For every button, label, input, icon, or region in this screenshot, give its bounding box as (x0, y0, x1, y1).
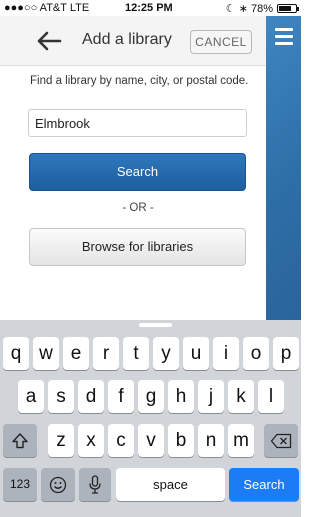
key-d[interactable]: d (78, 380, 104, 413)
side-panel (266, 16, 301, 320)
numbers-key[interactable]: 123 (3, 468, 37, 501)
backspace-key[interactable] (264, 424, 298, 457)
status-bar: ●●●○○ AT&T LTE 12:25 PM ☾ ∗ 78% (0, 0, 301, 16)
key-k[interactable]: k (228, 380, 254, 413)
battery-fill (279, 6, 291, 11)
back-arrow-icon[interactable] (36, 31, 62, 51)
page-title: Add a library (82, 31, 172, 48)
shift-icon (12, 433, 28, 449)
dialog-header: Add a library CANCEL (0, 16, 266, 66)
add-library-dialog: Add a library CANCEL Find a library by n… (0, 16, 266, 320)
key-f[interactable]: f (108, 380, 134, 413)
keyboard-search-key[interactable]: Search (229, 468, 299, 501)
keyboard-handle (139, 323, 172, 327)
key-r[interactable]: r (93, 337, 119, 370)
key-b[interactable]: b (168, 424, 194, 457)
key-l[interactable]: l (258, 380, 284, 413)
key-h[interactable]: h (168, 380, 194, 413)
microphone-icon (89, 475, 101, 494)
emoji-key[interactable] (41, 468, 75, 501)
key-n[interactable]: n (198, 424, 224, 457)
key-o[interactable]: o (243, 337, 269, 370)
clock: 12:25 PM (125, 2, 173, 14)
key-a[interactable]: a (18, 380, 44, 413)
backspace-icon (270, 433, 292, 449)
key-x[interactable]: x (78, 424, 104, 457)
menu-icon[interactable] (275, 28, 293, 49)
battery-icon (277, 4, 299, 13)
browse-libraries-button[interactable]: Browse for libraries (29, 228, 246, 266)
key-w[interactable]: w (33, 337, 59, 370)
key-e[interactable]: e (63, 337, 89, 370)
or-divider: - OR - (122, 202, 154, 214)
search-button[interactable]: Search (29, 153, 246, 191)
key-q[interactable]: q (3, 337, 29, 370)
key-y[interactable]: y (153, 337, 179, 370)
key-j[interactable]: j (198, 380, 224, 413)
key-c[interactable]: c (108, 424, 134, 457)
key-z[interactable]: z (48, 424, 74, 457)
key-i[interactable]: i (213, 337, 239, 370)
space-key[interactable]: space (116, 468, 225, 501)
key-t[interactable]: t (123, 337, 149, 370)
library-search-input[interactable] (28, 109, 247, 137)
battery-percent: ☾ ∗ 78% (225, 3, 273, 15)
carrier-label: ●●●○○ AT&T LTE (4, 2, 90, 14)
on-screen-keyboard: q w e r t y u i o p a s d f g h j k l z … (0, 320, 301, 517)
search-instructions: Find a library by name, city, or postal … (30, 75, 249, 87)
emoji-icon (49, 476, 67, 494)
key-g[interactable]: g (138, 380, 164, 413)
status-right: ☾ ∗ 78% (225, 2, 299, 15)
key-s[interactable]: s (48, 380, 74, 413)
key-v[interactable]: v (138, 424, 164, 457)
cancel-button[interactable]: CANCEL (190, 30, 252, 54)
key-u[interactable]: u (183, 337, 209, 370)
key-p[interactable]: p (273, 337, 299, 370)
shift-key[interactable] (3, 424, 37, 457)
dictation-key[interactable] (79, 468, 111, 501)
key-m[interactable]: m (228, 424, 254, 457)
